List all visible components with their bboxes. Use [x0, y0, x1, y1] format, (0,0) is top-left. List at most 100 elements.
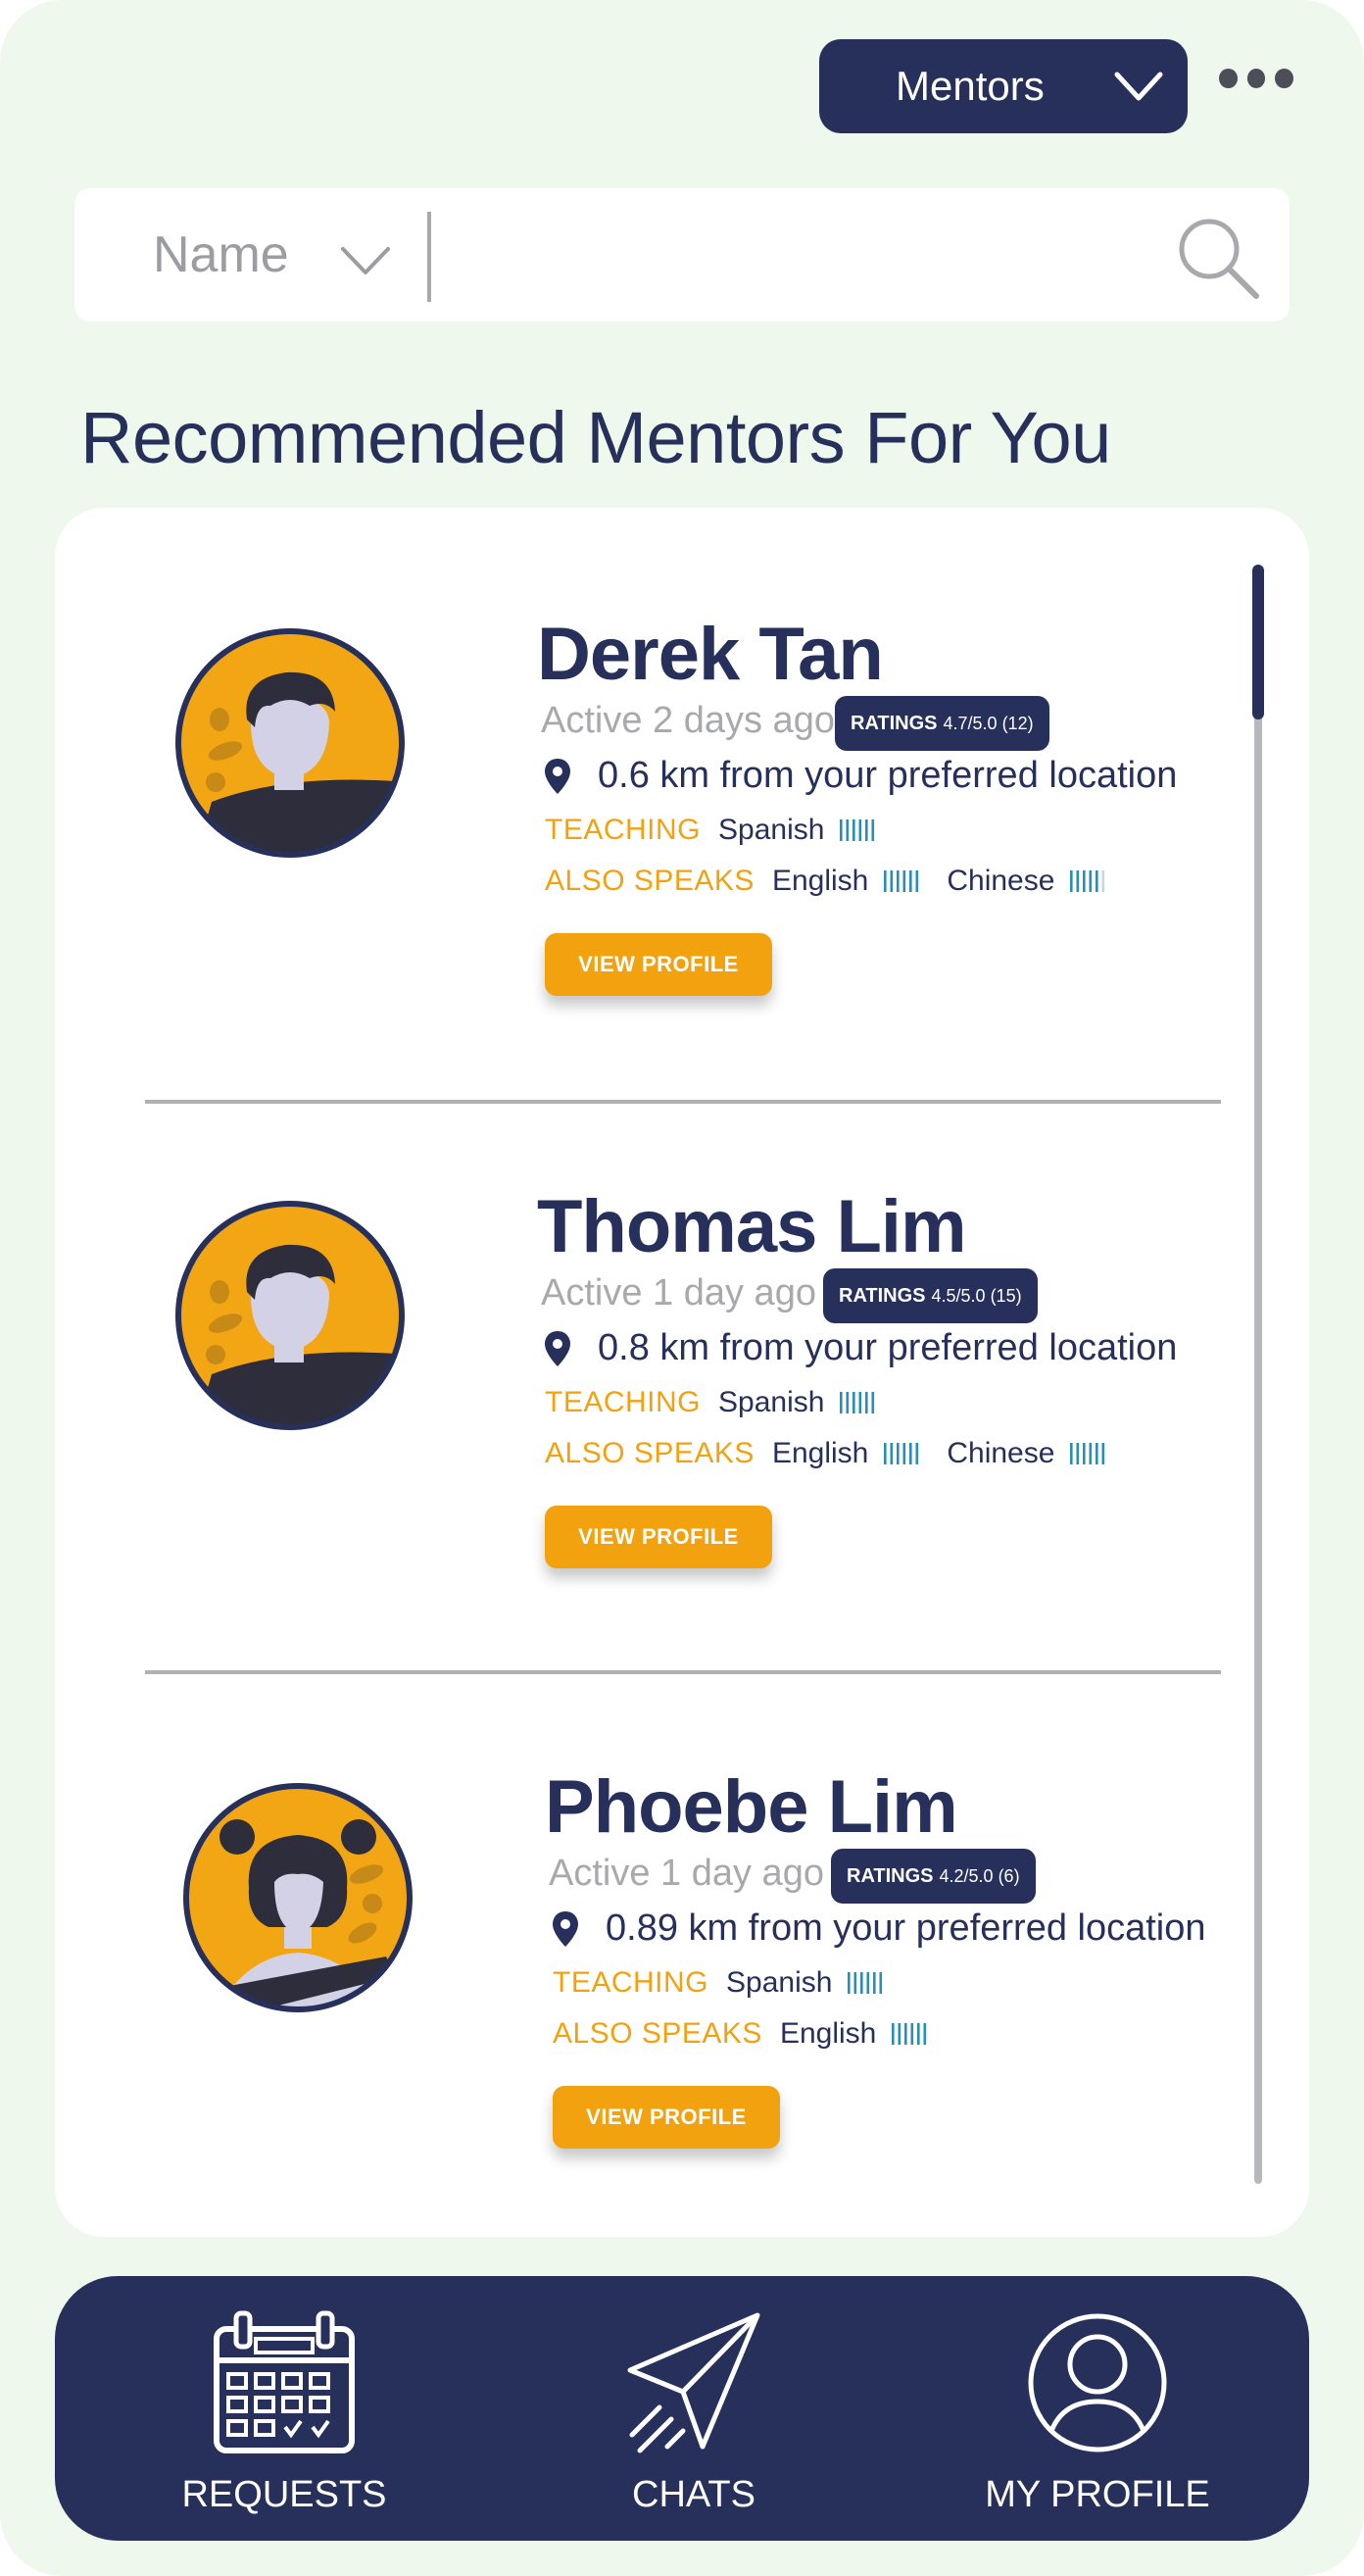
proficiency-bar	[1089, 870, 1093, 892]
chevron-down-icon[interactable]	[337, 241, 394, 280]
language-name: Spanish	[726, 1966, 833, 1999]
male-avatar-icon	[175, 1201, 405, 1430]
proficiency-bar	[915, 1443, 919, 1464]
proficiency-bar	[890, 870, 894, 892]
speaks-label: ALSO SPEAKS	[553, 2017, 762, 2050]
view-profile-button[interactable]: VIEW PROFILE	[545, 1506, 772, 1568]
proficiency-bars	[840, 819, 875, 841]
nav-chats[interactable]: CHATS	[547, 2309, 841, 2525]
proficiency-bar	[879, 1972, 883, 1994]
proficiency-bar	[840, 1392, 844, 1413]
language-name: Spanish	[718, 814, 825, 846]
mentor-active-status: Active 1 day ago	[549, 1853, 824, 1894]
proficiency-bar	[1101, 870, 1105, 892]
proficiency-bar	[915, 870, 919, 892]
app-screen: Mentors Name Recommended Mentors For You	[0, 0, 1364, 2576]
proficiency-bar	[917, 2023, 920, 2045]
view-profile-button[interactable]: VIEW PROFILE	[545, 933, 772, 996]
proficiency-bars	[1070, 870, 1105, 892]
location-text: 0.6 km from your preferred location	[598, 755, 1178, 796]
proficiency-bar	[846, 819, 850, 841]
location-pin-icon	[553, 1910, 578, 1947]
teaching-row: TEACHING Spanish	[545, 1386, 902, 1419]
proficiency-bar	[852, 1392, 856, 1413]
proficiency-bars	[1070, 1443, 1105, 1464]
proficiency-bar	[852, 819, 856, 841]
search-input[interactable]	[453, 218, 1217, 292]
proficiency-bars	[892, 2023, 927, 2045]
teaching-row: TEACHING Spanish	[553, 1966, 910, 2000]
proficiency-bar	[846, 1392, 850, 1413]
proficiency-bar	[865, 819, 869, 841]
mentor-name: Derek Tan	[537, 613, 884, 696]
proficiency-bar	[1076, 1443, 1080, 1464]
female-avatar-icon	[183, 1783, 413, 2012]
scrollbar-thumb[interactable]	[1252, 565, 1264, 719]
mentor-card: Derek Tan Active 2 days ago RATINGS 4.7/…	[55, 508, 1211, 998]
mode-dropdown-label: Mentors	[896, 63, 1045, 109]
proficiency-bar	[853, 1972, 857, 1994]
nav-requests-label: REQUESTS	[181, 2474, 387, 2515]
more-options-icon[interactable]	[1219, 63, 1294, 94]
ratings-badge: RATINGS 4.5/5.0 (15)	[823, 1268, 1038, 1323]
ratings-value: 4.7/5.0 (12)	[943, 713, 1034, 733]
male-avatar-icon	[175, 628, 405, 858]
proficiency-bar	[871, 819, 875, 841]
mentor-name: Phoebe Lim	[545, 1765, 958, 1849]
teaching-label: TEACHING	[553, 1966, 709, 1999]
ratings-label: RATINGS	[839, 1284, 926, 1307]
proficiency-bar	[902, 870, 906, 892]
mentor-card: Thomas Lim Active 1 day ago RATINGS 4.5/…	[55, 1080, 1211, 1570]
ratings-value: 4.2/5.0 (6)	[939, 1865, 1020, 1886]
proficiency-bar	[858, 1392, 862, 1413]
speaks-row: ALSO SPEAKS English Chinese	[545, 865, 1133, 898]
search-field-selector[interactable]: Name	[153, 225, 289, 284]
ratings-badge: RATINGS 4.2/5.0 (6)	[831, 1849, 1036, 1904]
proficiency-bar	[892, 2023, 895, 2045]
mentor-location: 0.89 km from your preferred location	[551, 1907, 1206, 1950]
mentor-location: 0.8 km from your preferred location	[543, 1327, 1177, 1369]
proficiency-bar	[904, 2023, 907, 2045]
speaks-label: ALSO SPEAKS	[545, 865, 755, 897]
user-profile-icon	[1028, 2313, 1167, 2452]
nav-requests[interactable]: REQUESTS	[137, 2309, 431, 2525]
proficiency-bar	[898, 2023, 901, 2045]
location-pin-icon	[545, 1330, 570, 1366]
language-name: English	[779, 2017, 877, 2050]
proficiency-bar	[884, 1443, 887, 1464]
mentor-name: Thomas Lim	[537, 1185, 967, 1268]
proficiency-bar	[909, 870, 912, 892]
view-profile-button[interactable]: VIEW PROFILE	[553, 2086, 780, 2149]
speaks-row: ALSO SPEAKS English Chinese	[545, 1437, 1133, 1470]
mentor-active-status: Active 1 day ago	[541, 1272, 816, 1313]
language-name: Chinese	[947, 865, 1055, 897]
proficiency-bar	[840, 819, 844, 841]
nav-my-profile[interactable]: MY PROFILE	[950, 2309, 1244, 2525]
mentor-active-status: Active 2 days ago	[541, 700, 835, 741]
proficiency-bar	[1070, 870, 1074, 892]
teaching-label: TEACHING	[545, 814, 702, 846]
proficiency-bar	[1089, 1443, 1093, 1464]
mode-dropdown[interactable]: Mentors	[819, 39, 1188, 133]
proficiency-bar	[1083, 1443, 1087, 1464]
ratings-label: RATINGS	[847, 1864, 934, 1887]
proficiency-bar	[909, 1443, 912, 1464]
proficiency-bar	[848, 1972, 852, 1994]
search-bar: Name	[74, 188, 1290, 322]
proficiency-bar	[873, 1972, 877, 1994]
speaks-row: ALSO SPEAKS English	[553, 2017, 954, 2051]
scrollbar-track[interactable]	[1254, 565, 1262, 2184]
teaching-row: TEACHING Spanish	[545, 814, 902, 847]
proficiency-bar	[890, 1443, 894, 1464]
mentor-card: Phoebe Lim Active 1 day ago RATINGS 4.2/…	[55, 1660, 1211, 2151]
proficiency-bar	[902, 1443, 906, 1464]
proficiency-bar	[865, 1392, 869, 1413]
speaks-label: ALSO SPEAKS	[545, 1437, 755, 1469]
search-icon[interactable]	[1172, 212, 1266, 306]
paper-plane-icon	[627, 2312, 760, 2453]
proficiency-bar	[923, 2023, 927, 2045]
calendar-icon	[214, 2310, 355, 2453]
language-name: English	[771, 1437, 869, 1469]
search-divider	[427, 212, 431, 302]
language-name: Chinese	[947, 1437, 1055, 1469]
